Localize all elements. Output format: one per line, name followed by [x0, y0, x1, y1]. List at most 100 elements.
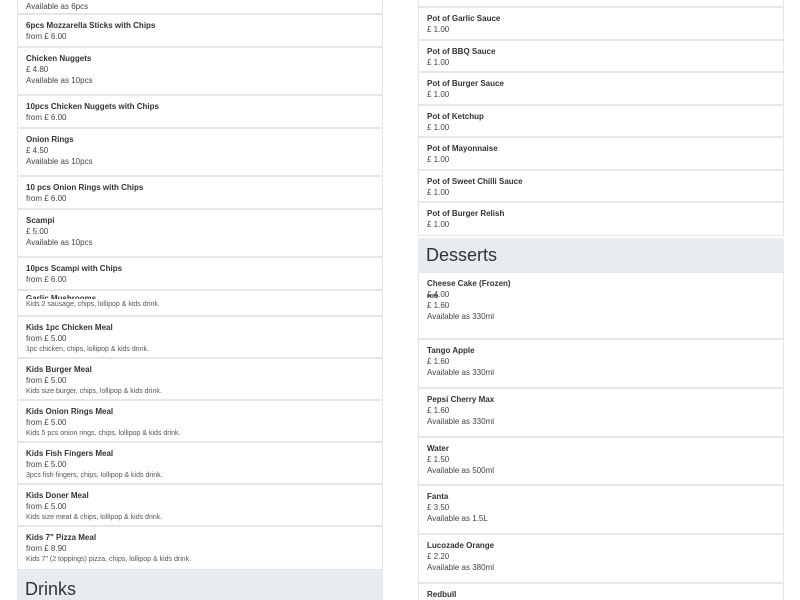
item-price: £ 1.00 [427, 155, 450, 164]
menu-item[interactable]: Garlic Mushrooms Kids 2 sausage, chips, … [17, 290, 383, 316]
menu-item[interactable]: Kids Onion Rings Meal from £ 5.00 Kids 5… [17, 400, 383, 442]
menu-item[interactable]: Pot of Burger Relish £ 1.00 [418, 202, 784, 236]
menu-item[interactable]: Tango Apple £ 1.60 Available as 330ml [418, 339, 784, 388]
item-name: Pot of Sweet Chilli Sauce [427, 177, 523, 186]
item-name: Pot of Burger Relish [427, 209, 505, 218]
item-name: Pot of Ketchup [427, 112, 484, 121]
menu-item[interactable]: Fanta £ 3.50 Available as 1.5L [418, 485, 784, 534]
item-note: Available as 330ml [427, 417, 495, 426]
item-price: £ 1.60 [427, 301, 450, 310]
menu-item[interactable]: 6pcs Mozzarella Sticks with Chips from £… [17, 14, 383, 47]
item-name: Kids Doner Meal [26, 491, 89, 500]
item-price: £ 2.20 [427, 552, 450, 561]
menu-item[interactable]: 10 pcs Onion Rings with Chips from £ 6.0… [17, 176, 383, 209]
item-name: Kids 1pc Chicken Meal [26, 323, 113, 332]
item-note: Kids size meat & chips, lollipop & kids … [26, 514, 163, 521]
menu-item[interactable]: Water £ 1.50 Available as 500ml [418, 437, 784, 485]
item-note: Available as 380ml [427, 563, 495, 572]
menu-item[interactable]: 10pcs Chicken Nuggets with Chips from £ … [17, 95, 383, 128]
item-name: 10pcs Scampi with Chips [26, 264, 123, 273]
item-note: Kids 7" (2 toppings) pizza, chips, lolli… [26, 556, 192, 563]
item-price: from £ 6.00 [26, 194, 67, 203]
item-price: from £ 6.00 [26, 32, 67, 41]
menu-item[interactable]: Pot of Burger Sauce £ 1.00 [418, 72, 784, 105]
item-name: Onion Rings [26, 135, 74, 144]
menu-item[interactable]: Scampi £ 5.00 Available as 10pcs [17, 209, 383, 257]
menu-item[interactable]: Pot of Sweet Chilli Sauce £ 1.00 [418, 170, 784, 202]
menu-item[interactable]: Available as 6pcs [17, 0, 383, 14]
menu-item[interactable]: Pot of Mayonnaise £ 1.00 [418, 137, 784, 170]
item-price: from £ 6.00 [26, 113, 67, 122]
item-name: Kids Burger Meal [26, 365, 92, 374]
item-price: from £ 5.00 [26, 334, 67, 343]
section-title: Drinks [25, 579, 77, 599]
menu-item[interactable]: Kids 1pc Chicken Meal from £ 5.00 1pc ch… [17, 316, 383, 358]
section-header-drinks: Drinks [17, 570, 383, 600]
item-note: Available as 10pcs [26, 76, 93, 85]
item-price: £ 1.00 [427, 220, 450, 229]
item-price: £ 1.60 [427, 406, 450, 415]
item-name: Water [427, 444, 449, 453]
menu-column-left: Available as 6pcs 6pcs Mozzarella Sticks… [17, 0, 383, 600]
item-price: from £ 5.00 [26, 418, 67, 427]
menu-item[interactable]: Pot of Garlic Sauce £ 1.00 [418, 7, 784, 40]
item-note: Kids 2 sausage, chips, lollipop & kids d… [26, 301, 160, 308]
item-name: Lucozade Orange [427, 541, 495, 550]
item-note: Available as 330ml [427, 312, 495, 321]
item-price: £ 1.60 [427, 357, 450, 366]
menu-item[interactable] [418, 0, 784, 7]
item-note: Available as 500ml [427, 466, 495, 475]
menu-item[interactable]: Kids Burger Meal from £ 5.00 Kids size b… [17, 358, 383, 400]
item-note: Available as 10pcs [26, 238, 93, 247]
section-title: Desserts [426, 245, 498, 265]
item-price: from £ 6.00 [26, 275, 67, 284]
item-price: £ 1.00 [427, 188, 450, 197]
item-price: £ 1.00 [427, 58, 450, 67]
item-price: from £ 5.00 [26, 502, 67, 511]
item-note: Available as 10pcs [26, 157, 93, 166]
menu-item[interactable]: Pot of Ketchup £ 1.00 [418, 105, 784, 137]
item-name: 6pcs Mozzarella Sticks with Chips [26, 21, 156, 30]
item-note: 3pcs fish fingers, chips, lollipop & kid… [26, 472, 163, 479]
menu-item[interactable]: Cheese Cake (Frozen) £ 4.00 Rio £ 1.60 A… [418, 272, 784, 339]
item-price: £ 3.50 [427, 503, 450, 512]
item-name: Pot of Garlic Sauce [427, 14, 501, 23]
item-price: from £ 5.00 [26, 460, 67, 469]
item-name: Scampi [26, 216, 55, 225]
item-note: Available as 6pcs [26, 2, 89, 11]
menu-item[interactable]: Redbull [418, 583, 784, 600]
item-name: 10pcs Chicken Nuggets with Chips [26, 102, 159, 111]
menu-item[interactable]: Chicken Nuggets £ 4.80 Available as 10pc… [17, 47, 383, 95]
item-price: £ 4.50 [26, 146, 49, 155]
menu-item[interactable]: Pot of BBQ Sauce £ 1.00 [418, 40, 784, 72]
item-name: Pot of BBQ Sauce [427, 47, 496, 56]
item-price: £ 1.00 [427, 123, 450, 132]
menu-item[interactable]: Pepsi Cherry Max £ 1.60 Available as 330… [418, 388, 784, 437]
item-price: from £ 8.90 [26, 544, 67, 553]
item-name: Kids Onion Rings Meal [26, 407, 114, 416]
item-name: Pepsi Cherry Max [427, 395, 495, 404]
item-name: Fanta [427, 492, 449, 501]
item-name: Chicken Nuggets [26, 54, 92, 63]
item-name: Redbull [427, 590, 457, 599]
menu-item[interactable]: Kids Fish Fingers Meal from £ 5.00 3pcs … [17, 442, 383, 484]
item-note: Available as 1.5L [427, 514, 488, 523]
menu-item[interactable]: Lucozade Orange £ 2.20 Available as 380m… [418, 534, 784, 583]
item-name: 10 pcs Onion Rings with Chips [26, 183, 144, 192]
item-price: from £ 5.00 [26, 376, 67, 385]
item-price: £ 4.80 [26, 65, 49, 74]
item-name: Cheese Cake (Frozen) [427, 279, 511, 288]
item-note: Kids 5 pcs onion rings, chips, lollipop … [26, 430, 181, 437]
menu-item[interactable]: Onion Rings £ 4.50 Available as 10pcs [17, 128, 383, 176]
menu-item[interactable]: Kids Doner Meal from £ 5.00 Kids size me… [17, 484, 383, 526]
item-name: Kids Fish Fingers Meal [26, 449, 114, 458]
item-note: Available as 330ml [427, 368, 495, 377]
item-price: £ 5.00 [26, 227, 49, 236]
item-name: Pot of Burger Sauce [427, 79, 504, 88]
item-note: Kids size burger, chips, lollipop & kids… [26, 388, 162, 395]
menu-item[interactable]: Kids 7" Pizza Meal from £ 8.90 Kids 7" (… [17, 526, 383, 570]
item-price: £ 1.50 [427, 455, 450, 464]
menu-item[interactable]: 10pcs Scampi with Chips from £ 6.00 [17, 257, 383, 290]
section-header-desserts: Desserts [418, 238, 784, 272]
item-price: £ 1.00 [427, 90, 450, 99]
